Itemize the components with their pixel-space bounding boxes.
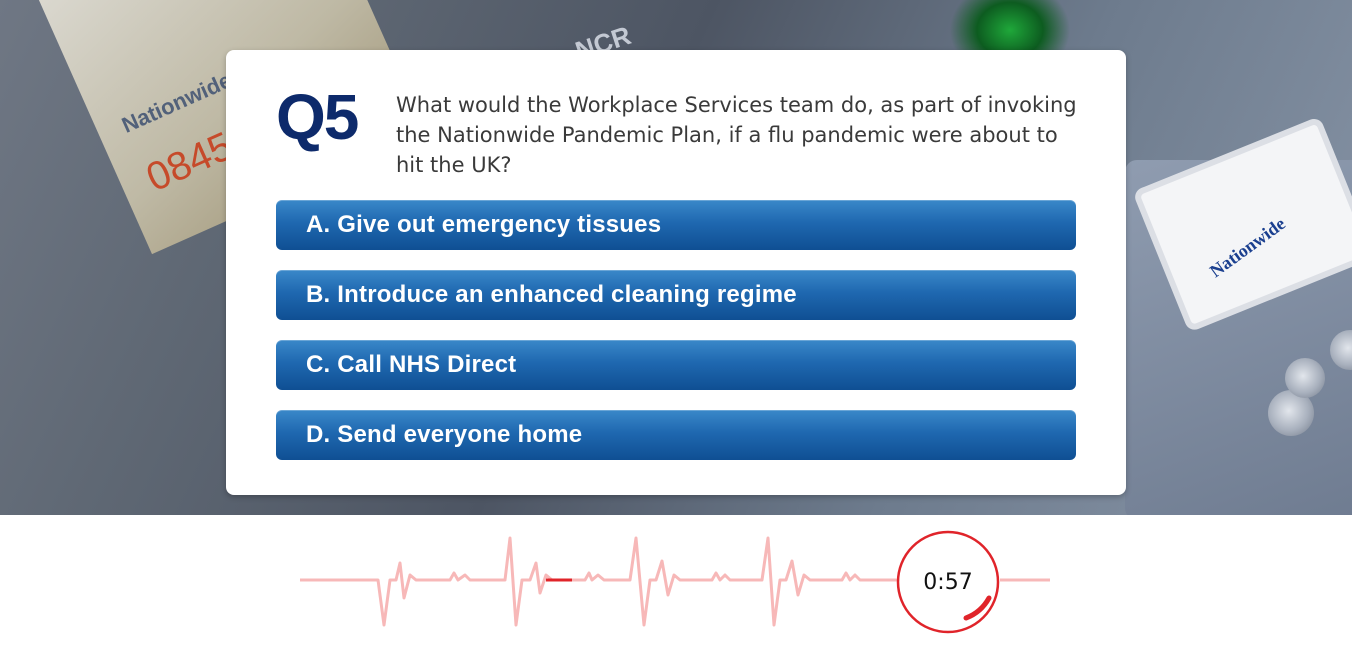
question-card: Q5 What would the Workplace Services tea… bbox=[226, 50, 1126, 495]
answer-button-a[interactable]: A. Give out emergency tissues bbox=[276, 200, 1076, 250]
question-number: Q5 bbox=[276, 81, 359, 153]
atm-knob bbox=[1285, 358, 1325, 398]
ecg-trace bbox=[300, 536, 898, 627]
timer-strip: 0:57 bbox=[0, 515, 1352, 650]
answer-label: C. Call NHS Direct bbox=[306, 351, 517, 378]
quiz-screen: Nationwide 0845 NCR Nationwide Q5 What w… bbox=[0, 0, 1352, 650]
answer-button-c[interactable]: C. Call NHS Direct bbox=[276, 340, 1076, 390]
answer-button-d[interactable]: D. Send everyone home bbox=[276, 410, 1076, 460]
timer-display: 0:57 bbox=[923, 569, 973, 595]
answer-label: A. Give out emergency tissues bbox=[306, 211, 662, 238]
question-text: What would the Workplace Services team d… bbox=[396, 93, 1077, 177]
answer-list: A. Give out emergency tissues B. Introdu… bbox=[276, 200, 1076, 480]
answer-button-b[interactable]: B. Introduce an enhanced cleaning regime bbox=[276, 270, 1076, 320]
answer-label: B. Introduce an enhanced cleaning regime bbox=[306, 281, 797, 308]
answer-label: D. Send everyone home bbox=[306, 421, 583, 448]
